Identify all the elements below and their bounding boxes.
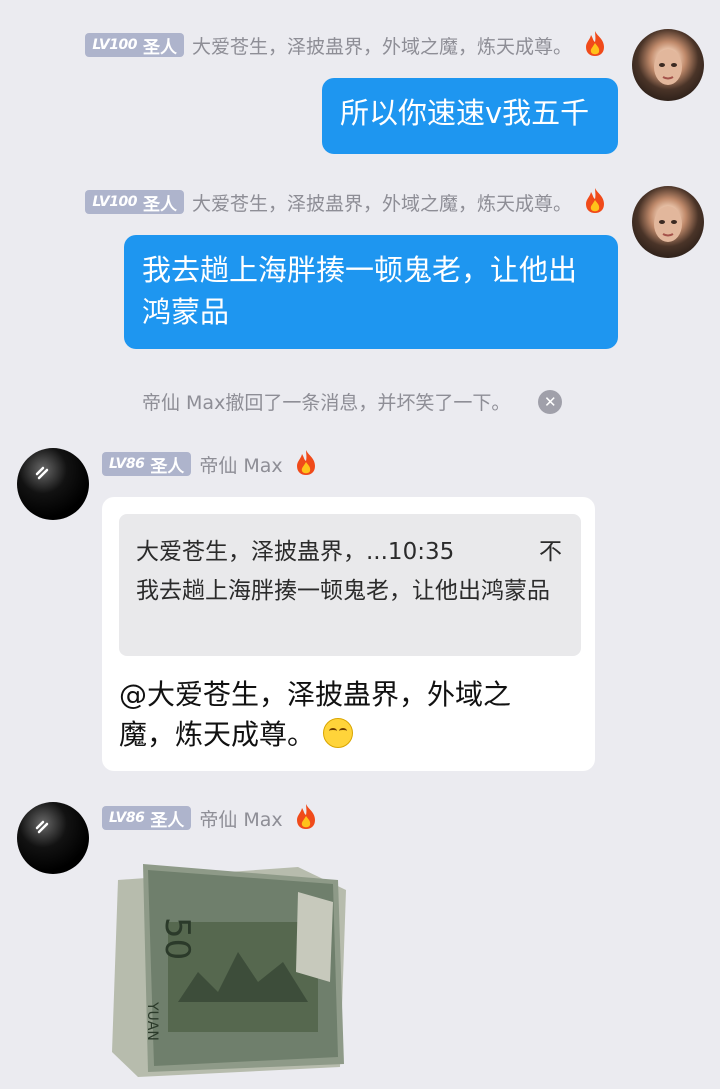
smirk-emoji-icon — [323, 718, 354, 748]
message-text: 所以你速速v我五千 — [340, 96, 590, 130]
sender-meta-4: LV86 圣人 帝仙 Max — [102, 804, 319, 832]
svg-text:50: 50 — [157, 917, 197, 960]
recall-notice: 帝仙 Max撤回了一条消息，并坏笑了一下。 ✕ — [142, 388, 563, 415]
level-badge: LV100 圣人 — [85, 190, 184, 215]
fire-icon — [293, 802, 319, 834]
sender-meta-1: LV100 圣人 大爱苍生，泽披蛊界，外域之魔，炼天成尊。 — [85, 31, 608, 59]
reply-text: @大爱苍生，泽披蛊界，外域之魔，炼天成尊。 — [119, 675, 559, 755]
avatar[interactable] — [632, 186, 704, 258]
fire-icon — [293, 448, 319, 480]
sender-name[interactable]: 大爱苍生，泽披蛊界，外域之魔，炼天成尊。 — [192, 32, 572, 59]
avatar[interactable] — [632, 29, 704, 101]
level-badge: LV86 圣人 — [102, 452, 192, 477]
mention-text[interactable]: @大爱苍生，泽披蛊界，外域之魔，炼天成尊。 — [119, 678, 511, 751]
banknote-image[interactable]: 50 YUAN — [108, 852, 348, 1077]
quote-jump-icon[interactable]: 不 — [539, 532, 562, 566]
banknote-icon: 50 YUAN — [112, 864, 346, 1077]
message-text: 我去趟上海胖揍一顿鬼老，让他出鸿蒙品 — [142, 253, 578, 329]
fire-icon — [582, 29, 608, 61]
recall-text: 帝仙 Max撤回了一条消息，并坏笑了一下。 — [142, 392, 511, 414]
sender-name[interactable]: 帝仙 Max — [199, 451, 282, 478]
svg-text:YUAN: YUAN — [144, 1001, 160, 1041]
avatar[interactable] — [17, 448, 89, 520]
message-bubble[interactable]: 所以你速速v我五千 — [322, 78, 618, 154]
sender-name[interactable]: 大爱苍生，泽披蛊界，外域之魔，炼天成尊。 — [192, 189, 572, 216]
level-badge: LV100 圣人 — [85, 33, 184, 58]
reply-bubble[interactable]: 大爱苍生，泽披蛊界，...10:35 不 我去趟上海胖揍一顿鬼老，让他出鸿蒙品 … — [102, 497, 595, 771]
close-icon[interactable]: ✕ — [538, 389, 563, 414]
sender-meta-2: LV100 圣人 大爱苍生，泽披蛊界，外域之魔，炼天成尊。 — [85, 188, 608, 216]
message-bubble[interactable]: 我去趟上海胖揍一顿鬼老，让他出鸿蒙品 — [124, 235, 618, 349]
sender-meta-3: LV86 圣人 帝仙 Max — [102, 450, 319, 478]
portrait-icon — [654, 206, 682, 242]
sender-name[interactable]: 帝仙 Max — [199, 805, 282, 832]
black-ball-icon — [35, 820, 49, 834]
fire-icon — [582, 186, 608, 218]
portrait-icon — [654, 49, 682, 85]
quote-header: 大爱苍生，泽披蛊界，...10:35 — [136, 539, 455, 565]
avatar[interactable] — [17, 802, 89, 874]
black-ball-icon — [35, 466, 49, 480]
quote-text: 我去趟上海胖揍一顿鬼老，让他出鸿蒙品 — [136, 578, 550, 604]
quoted-message[interactable]: 大爱苍生，泽披蛊界，...10:35 不 我去趟上海胖揍一顿鬼老，让他出鸿蒙品 — [119, 514, 581, 656]
level-badge: LV86 圣人 — [102, 806, 192, 831]
